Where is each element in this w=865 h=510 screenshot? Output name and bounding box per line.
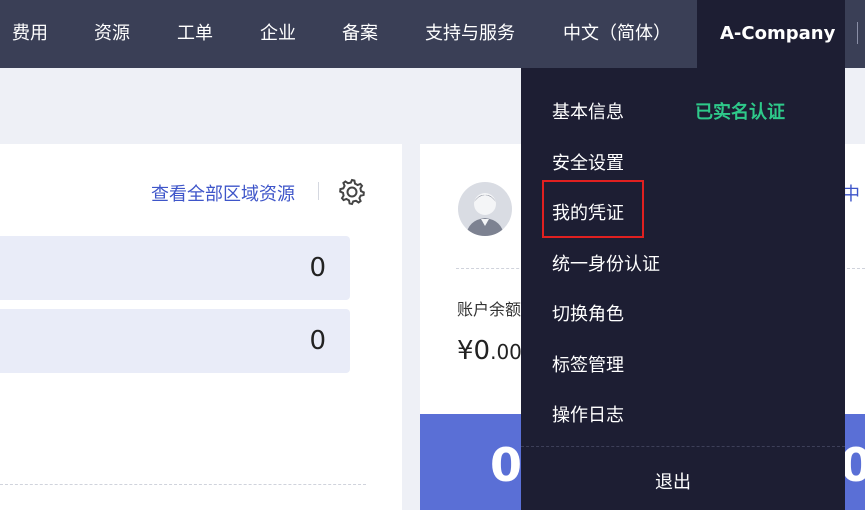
account-dropdown-menu: [521, 68, 845, 510]
verified-badge: 已实名认证: [695, 102, 785, 123]
resource-count: 0: [309, 326, 326, 356]
menu-item-switch-role[interactable]: 切换角色: [552, 300, 624, 326]
menu-item-basic-info[interactable]: 基本信息: [552, 98, 624, 124]
nav-resources[interactable]: 资源: [94, 0, 130, 68]
balance-label: 账户余额: [457, 300, 522, 319]
divider: [0, 484, 366, 485]
nav-enterprise[interactable]: 企业: [260, 0, 296, 68]
menu-item-tag-management[interactable]: 标签管理: [552, 351, 624, 377]
divider: [318, 182, 319, 200]
menu-item-operation-log[interactable]: 操作日志: [552, 401, 624, 427]
view-all-regions-link[interactable]: 查看全部区域资源: [151, 180, 295, 206]
menu-item-iam[interactable]: 统一身份认证: [552, 250, 660, 276]
nav-tickets[interactable]: 工单: [177, 0, 213, 68]
summary-value: 0: [490, 438, 523, 492]
balance-decimal: .00: [490, 340, 522, 364]
nav-support[interactable]: 支持与服务: [425, 0, 515, 68]
resource-stat-row[interactable]: 0: [0, 236, 350, 300]
logout-button[interactable]: 退出: [655, 468, 691, 494]
menu-divider: [521, 446, 845, 447]
avatar-icon: [458, 182, 512, 236]
gear-icon[interactable]: [337, 177, 367, 207]
highlight-box: [542, 180, 644, 238]
nav-filing[interactable]: 备案: [342, 0, 378, 68]
resource-count: 0: [309, 253, 326, 283]
menu-item-security-settings[interactable]: 安全设置: [552, 149, 624, 175]
balance-integer: ¥0: [457, 336, 491, 366]
nav-account[interactable]: A-Company: [720, 0, 835, 68]
nav-billing[interactable]: 费用: [12, 0, 48, 68]
nav-divider: [857, 22, 858, 44]
nav-language[interactable]: 中文（简体）: [563, 0, 671, 68]
balance-value: ¥0.00: [457, 336, 522, 366]
resource-stat-row[interactable]: 0: [0, 309, 350, 373]
